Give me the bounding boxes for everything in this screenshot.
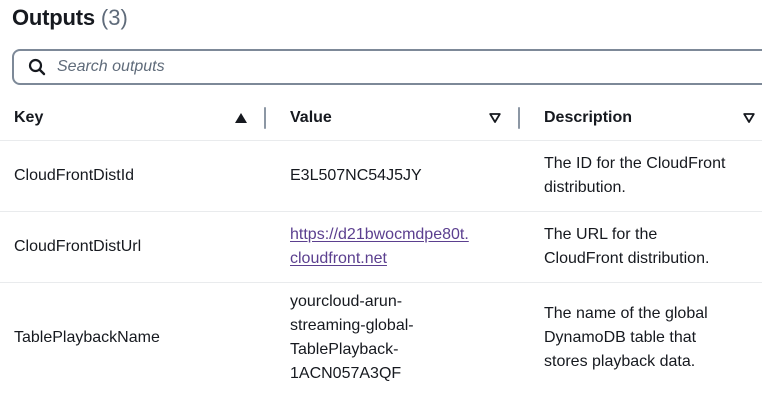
output-key: CloudFrontDistUrl bbox=[14, 212, 264, 282]
table-row: CloudFrontDistId E3L507NC54J5JY The ID f… bbox=[0, 141, 762, 212]
description-line: The ID for the CloudFront bbox=[544, 155, 726, 172]
output-value: E3L507NC54J5JY bbox=[290, 141, 505, 211]
output-value: yourcloud-arun- streaming-global- TableP… bbox=[290, 283, 505, 393]
output-value: https://d21bwocmdpe80t. cloudfront.net bbox=[290, 212, 505, 282]
description-line: DynamoDB table that bbox=[544, 329, 697, 346]
table-header: Key Value Description bbox=[0, 96, 762, 141]
outputs-header: Outputs (3) bbox=[12, 5, 128, 37]
output-key: TablePlaybackName bbox=[14, 283, 264, 393]
column-header-value[interactable]: Value bbox=[290, 96, 508, 140]
column-header-description[interactable]: Description bbox=[544, 96, 754, 140]
search-icon bbox=[27, 57, 47, 77]
search-input[interactable] bbox=[57, 58, 657, 76]
description-line: CloudFront distribution. bbox=[544, 250, 710, 267]
description-line: The URL for the bbox=[544, 226, 658, 243]
output-description: The URL for the CloudFront distribution. bbox=[544, 212, 754, 282]
output-key: CloudFrontDistId bbox=[14, 141, 264, 211]
value-line: 1ACN057A3QF bbox=[290, 365, 402, 382]
value-line: yourcloud-arun- bbox=[290, 293, 403, 310]
column-header-key[interactable]: Key bbox=[14, 96, 254, 140]
page-title: Outputs bbox=[12, 5, 95, 30]
description-line: distribution. bbox=[544, 179, 626, 196]
output-value-text: E3L507NC54J5JY bbox=[290, 167, 422, 184]
value-line: TablePlayback- bbox=[290, 341, 399, 358]
description-line: stores playback data. bbox=[544, 353, 696, 370]
link-line[interactable]: https://d21bwocmdpe80t. bbox=[290, 223, 469, 247]
output-value-link[interactable]: https://d21bwocmdpe80t. cloudfront.net bbox=[290, 223, 469, 271]
outputs-table: Key Value Description CloudFrontDistId E… bbox=[0, 96, 762, 393]
output-description: The name of the global DynamoDB table th… bbox=[544, 283, 754, 393]
sort-ascending-icon[interactable] bbox=[234, 111, 248, 125]
sort-unsorted-icon[interactable] bbox=[488, 111, 502, 125]
column-resize-handle-key[interactable] bbox=[264, 107, 266, 129]
output-description: The ID for the CloudFront distribution. bbox=[544, 141, 754, 211]
output-key-text: TablePlaybackName bbox=[14, 329, 160, 346]
output-key-text: CloudFrontDistUrl bbox=[14, 238, 142, 255]
link-line[interactable]: cloudfront.net bbox=[290, 247, 469, 271]
sort-unsorted-icon[interactable] bbox=[742, 111, 756, 125]
description-line: The name of the global bbox=[544, 305, 708, 322]
table-row: CloudFrontDistUrl https://d21bwocmdpe80t… bbox=[0, 212, 762, 283]
column-resize-handle-value[interactable] bbox=[518, 107, 520, 129]
table-row: TablePlaybackName yourcloud-arun- stream… bbox=[0, 283, 762, 393]
search-box[interactable] bbox=[12, 49, 762, 85]
value-line: streaming-global- bbox=[290, 317, 414, 334]
outputs-count: (3) bbox=[100, 5, 128, 30]
output-key-text: CloudFrontDistId bbox=[14, 167, 135, 184]
